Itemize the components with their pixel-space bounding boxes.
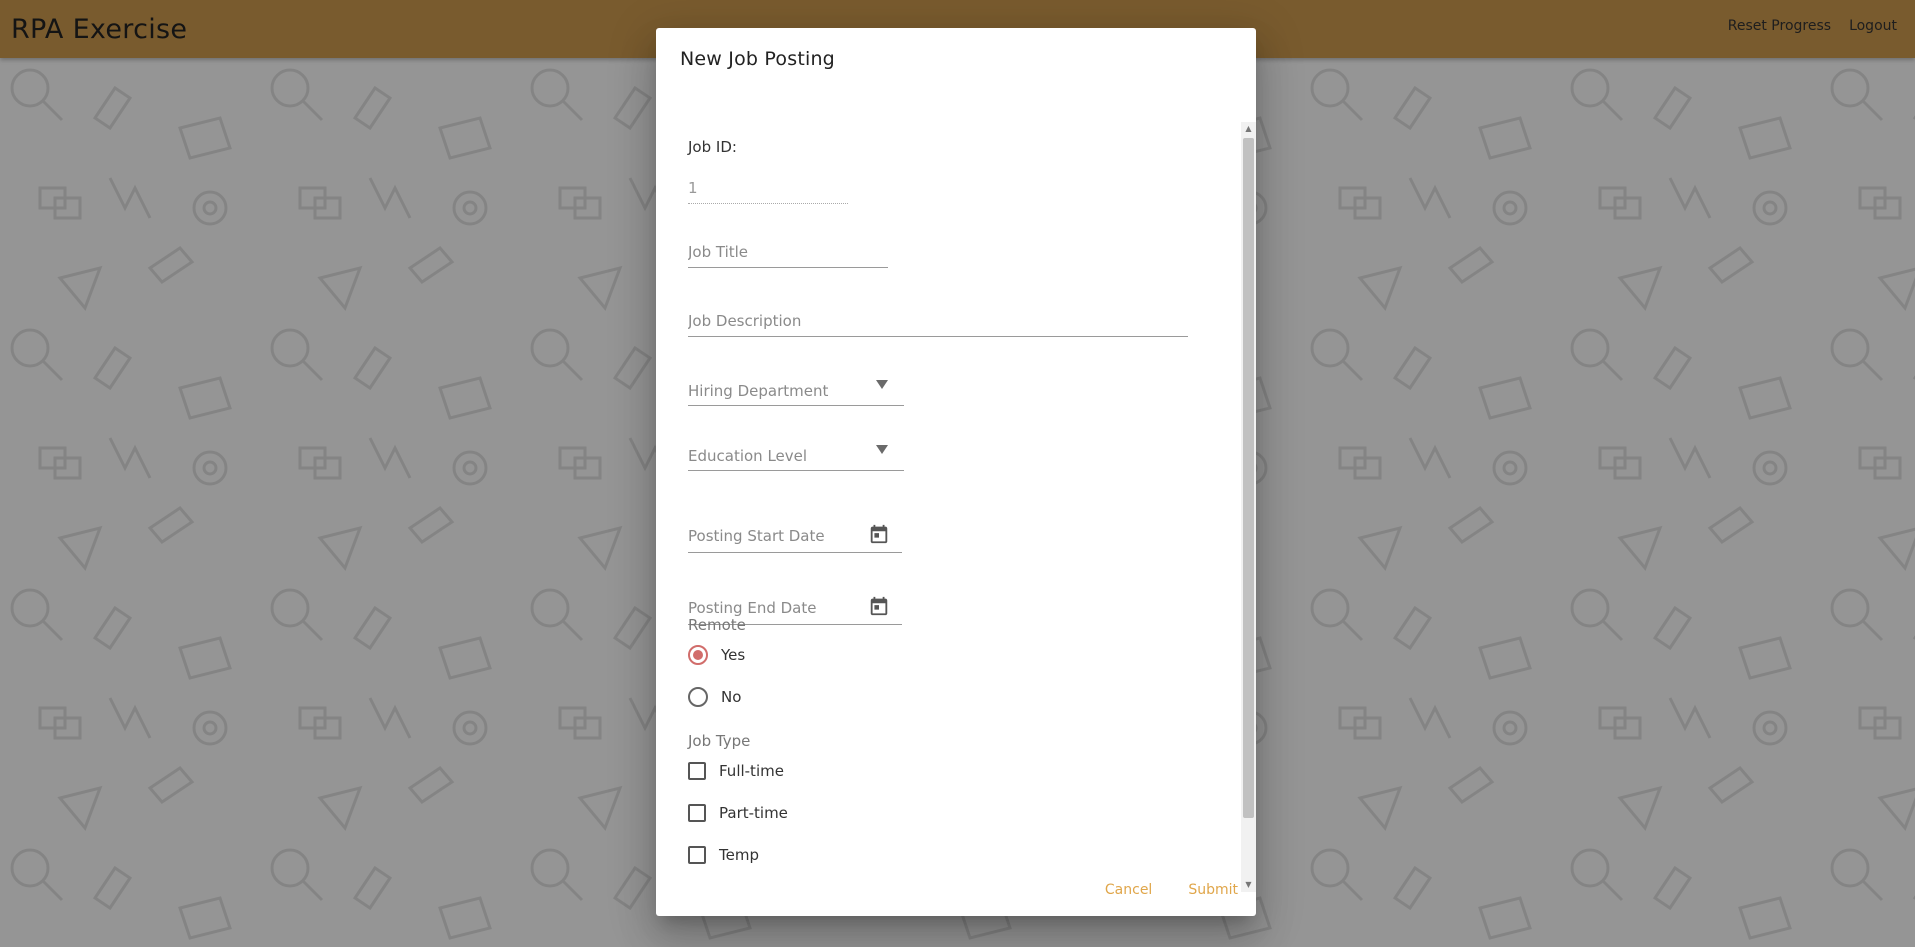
job-id-input-wrap [688, 175, 848, 204]
radio-checked-icon[interactable] [688, 645, 708, 665]
remote-group-label: Remote [688, 616, 746, 634]
calendar-icon[interactable] [868, 595, 890, 617]
hiring-department-label: Hiring Department [688, 382, 829, 400]
job-id-field: Job ID: [688, 138, 737, 156]
posting-start-date-field[interactable]: Posting Start Date [688, 519, 902, 553]
scroll-down-arrow-icon[interactable]: ▼ [1241, 878, 1256, 892]
job-type-full-time[interactable]: Full-time [688, 762, 784, 780]
job-type-label: Job Type [688, 732, 751, 750]
education-level-select[interactable]: Education Level [688, 441, 904, 471]
job-title-field [688, 239, 888, 268]
cancel-button[interactable]: Cancel [1105, 882, 1152, 898]
dropdown-arrow-icon [876, 445, 888, 454]
remote-option-label: No [721, 688, 742, 706]
dialog-actions: Cancel Submit [1105, 882, 1238, 898]
dialog-body: Job ID: Hiring Department Education Leve… [656, 92, 1256, 892]
submit-button[interactable]: Submit [1188, 882, 1238, 898]
remote-option-yes[interactable]: Yes [688, 645, 745, 665]
new-job-posting-dialog: New Job Posting Job ID: Hiring Departmen… [656, 28, 1256, 916]
job-id-label: Job ID: [688, 138, 737, 156]
dialog-scrollbar[interactable]: ▲ ▼ [1241, 122, 1256, 892]
scroll-thumb[interactable] [1243, 138, 1254, 818]
dialog-title: New Job Posting [680, 48, 835, 70]
remote-label: Remote [688, 616, 746, 634]
posting-start-date-label: Posting Start Date [688, 527, 825, 545]
job-title-input[interactable] [688, 239, 888, 268]
job-id-input [688, 175, 848, 204]
checkbox-icon[interactable] [688, 846, 706, 864]
posting-end-date-label: Posting End Date [688, 599, 817, 617]
job-type-option-label: Full-time [719, 762, 784, 780]
job-type-temp[interactable]: Temp [688, 846, 759, 864]
scroll-up-arrow-icon[interactable]: ▲ [1241, 122, 1256, 136]
dropdown-arrow-icon [876, 380, 888, 389]
job-type-option-label: Temp [719, 846, 759, 864]
remote-option-label: Yes [721, 646, 746, 664]
job-type-group-label: Job Type [688, 732, 750, 750]
job-type-option-label: Part-time [719, 804, 788, 822]
calendar-icon[interactable] [868, 523, 890, 545]
hiring-department-select[interactable]: Hiring Department [688, 376, 904, 406]
checkbox-icon[interactable] [688, 762, 706, 780]
radio-unchecked-icon[interactable] [688, 687, 708, 707]
education-level-label: Education Level [688, 447, 808, 465]
remote-option-no[interactable]: No [688, 687, 741, 707]
job-type-part-time[interactable]: Part-time [688, 804, 788, 822]
job-description-input[interactable] [688, 308, 1188, 337]
checkbox-icon[interactable] [688, 804, 706, 822]
job-description-field [688, 308, 1188, 337]
